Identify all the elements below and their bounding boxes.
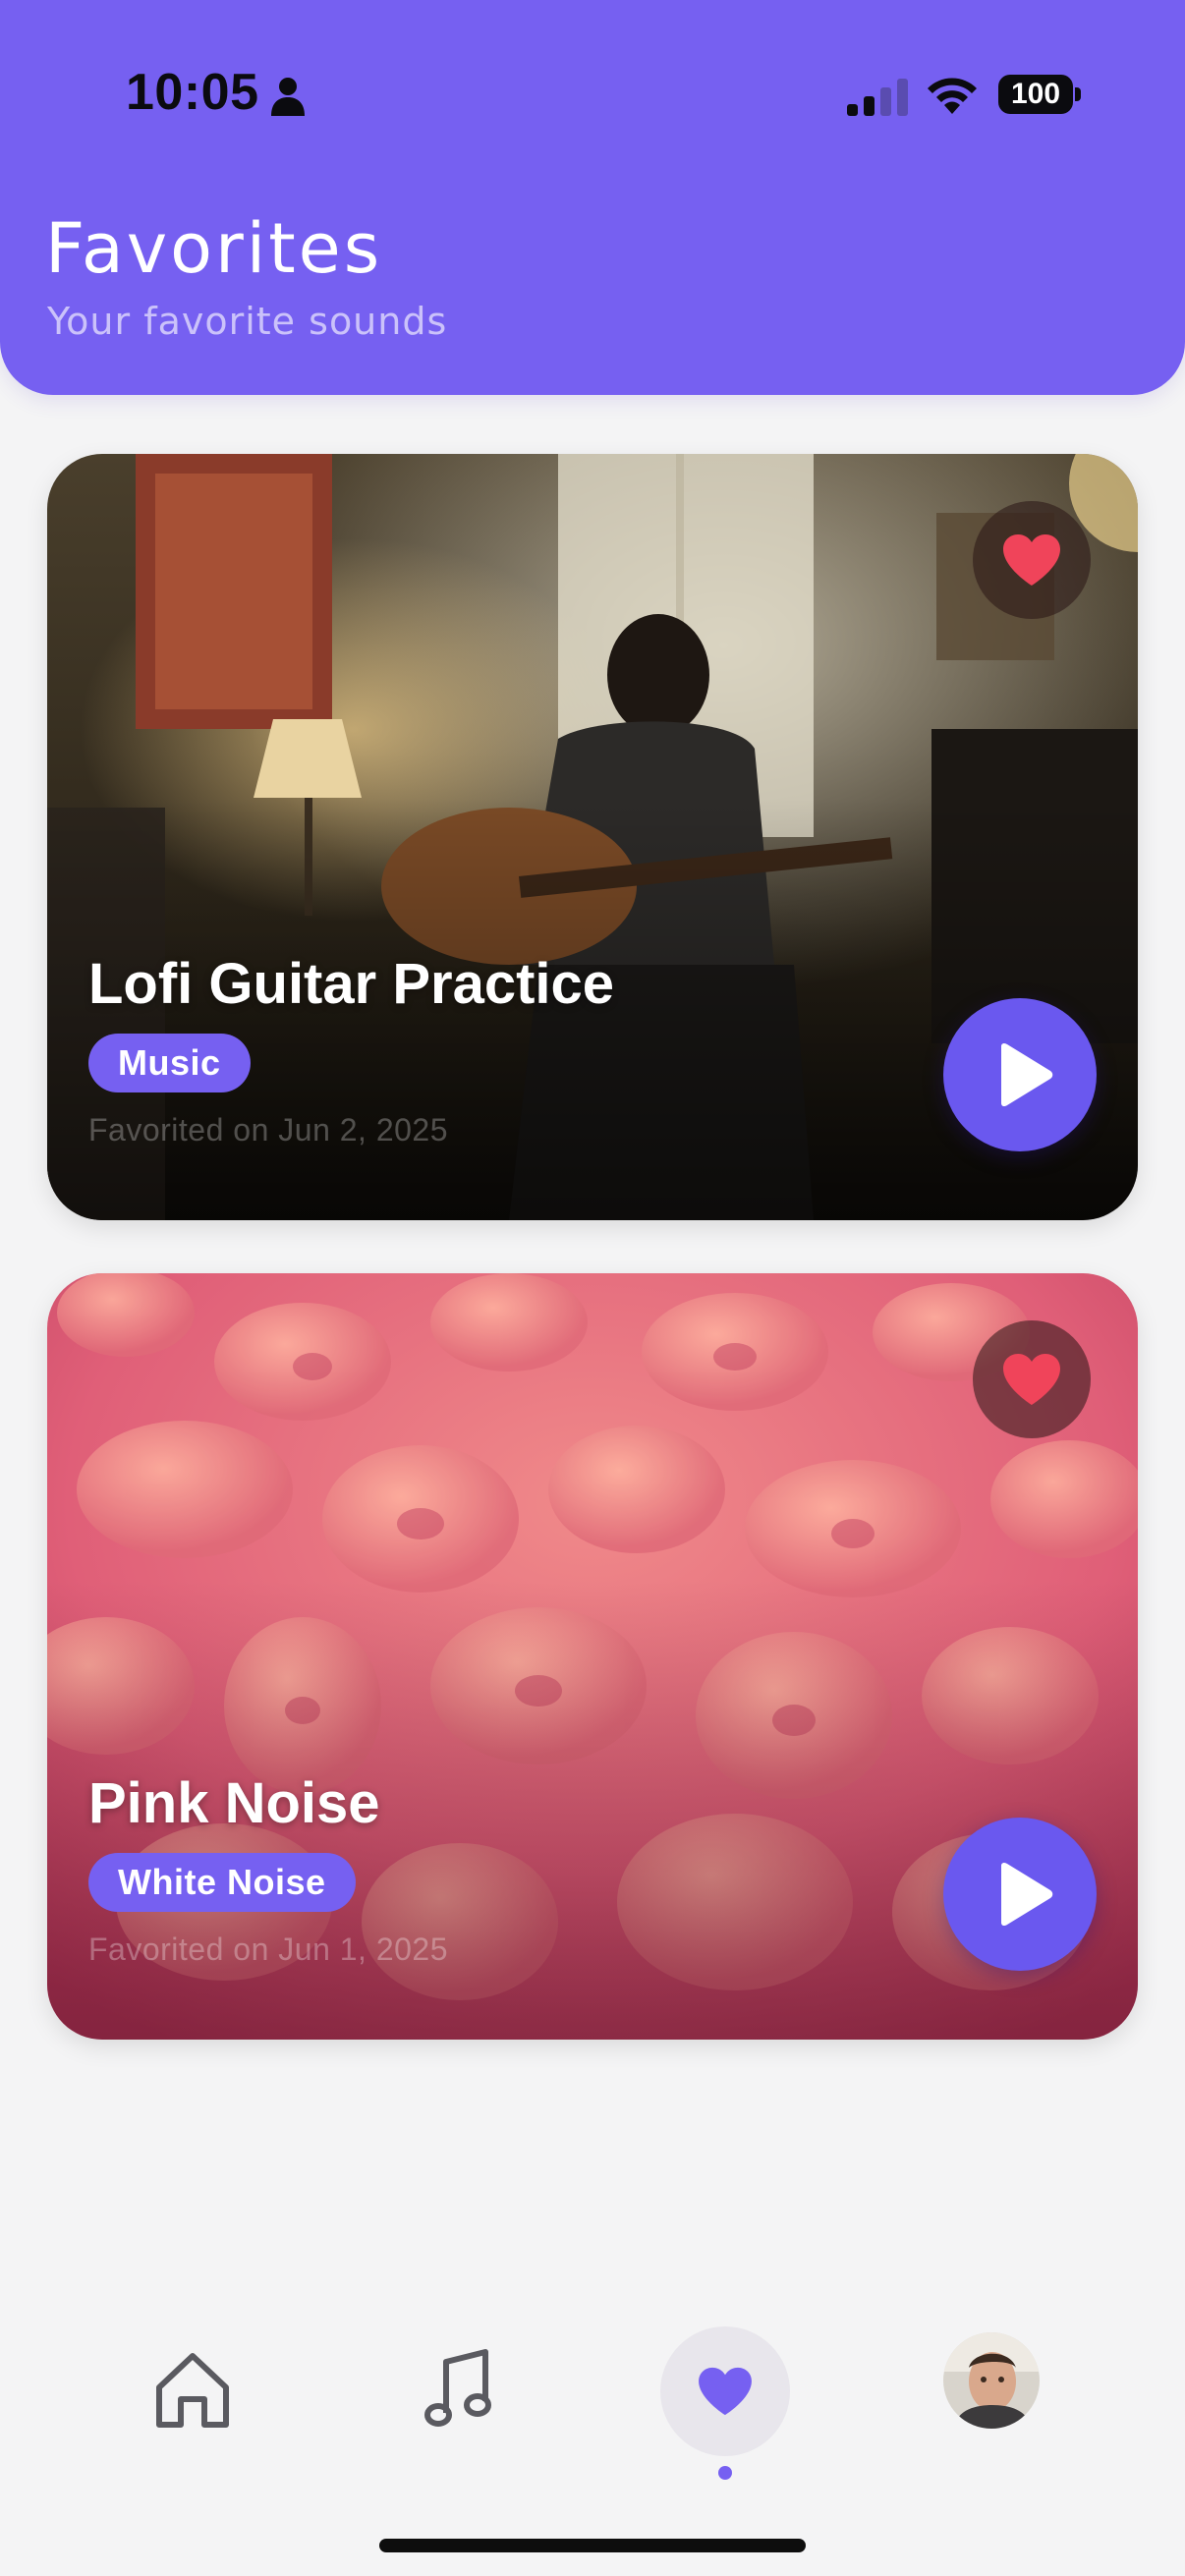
cellular-signal-icon <box>847 79 908 116</box>
sound-title: Lofi Guitar Practice <box>88 952 615 1016</box>
heart-icon <box>1003 534 1060 586</box>
category-tag: White Noise <box>88 1853 356 1912</box>
person-icon <box>271 78 305 116</box>
nav-profile-avatar[interactable] <box>943 2332 1040 2429</box>
home-indicator <box>379 2539 806 2552</box>
favorite-card[interactable]: Pink Noise White Noise Favorited on Jun … <box>47 1273 1138 2040</box>
unfavorite-button[interactable] <box>973 501 1091 619</box>
bottom-nav <box>0 2289 1185 2486</box>
music-note-icon <box>424 2349 491 2427</box>
active-indicator-dot <box>718 2466 732 2480</box>
play-icon <box>1001 1042 1053 1107</box>
play-button[interactable] <box>943 1818 1097 1971</box>
status-time: 10:05 <box>126 64 259 121</box>
category-tag: Music <box>88 1034 251 1092</box>
nav-sounds[interactable] <box>424 2344 495 2433</box>
wifi-icon <box>928 78 977 114</box>
nav-favorites[interactable] <box>660 2326 790 2456</box>
favorited-date: Favorited on Jun 1, 2025 <box>88 1932 449 1967</box>
page-title: Favorites <box>45 208 383 289</box>
page-subtitle: Your favorite sounds <box>47 300 448 343</box>
heart-icon <box>1003 1354 1060 1405</box>
play-button[interactable] <box>943 998 1097 1151</box>
status-bar: 10:05 100 <box>0 0 1185 196</box>
nav-home[interactable] <box>147 2348 238 2431</box>
heart-icon <box>699 2367 752 2416</box>
header: 10:05 100 Favorites Your favorite sounds <box>0 0 1185 395</box>
avatar <box>943 2332 1040 2429</box>
battery-level: 100 <box>998 75 1073 114</box>
unfavorite-button[interactable] <box>973 1320 1091 1438</box>
home-icon <box>156 2353 229 2428</box>
favorited-date: Favorited on Jun 2, 2025 <box>88 1112 449 1148</box>
play-icon <box>1001 1862 1053 1927</box>
sound-title: Pink Noise <box>88 1771 380 1835</box>
battery-icon: 100 <box>998 75 1081 114</box>
favorite-card[interactable]: Lofi Guitar Practice Music Favorited on … <box>47 454 1138 1220</box>
